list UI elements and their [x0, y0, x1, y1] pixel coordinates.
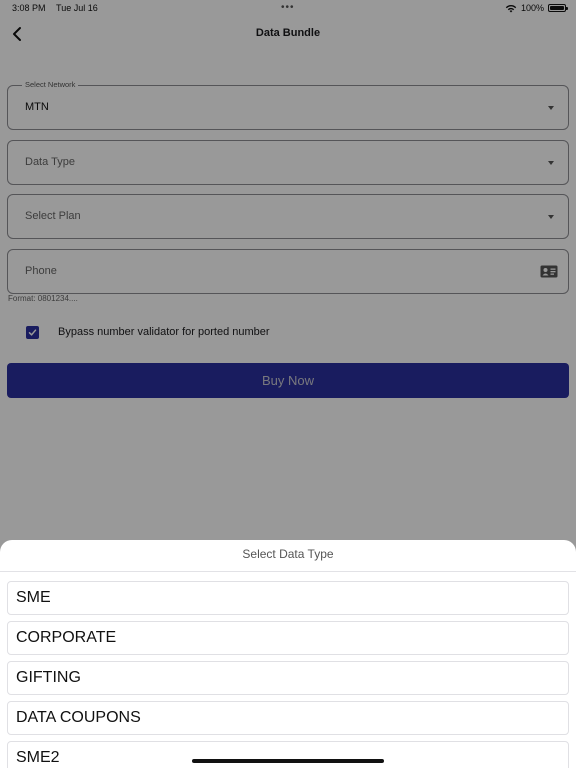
- option-corporate[interactable]: CORPORATE: [7, 621, 569, 655]
- option-sme[interactable]: SME: [7, 581, 569, 615]
- sheet-title: Select Data Type: [242, 547, 334, 561]
- data-bundle-screen: 3:08 PM Tue Jul 16 ••• 100% Data Bundle …: [0, 0, 576, 768]
- option-sme2[interactable]: SME2: [7, 741, 569, 768]
- option-data-coupons[interactable]: DATA COUPONS: [7, 701, 569, 735]
- home-indicator[interactable]: [192, 759, 384, 763]
- option-gifting[interactable]: GIFTING: [7, 661, 569, 695]
- sheet-divider: [0, 571, 576, 572]
- data-type-sheet: Select Data Type SME CORPORATE GIFTING D…: [0, 540, 576, 768]
